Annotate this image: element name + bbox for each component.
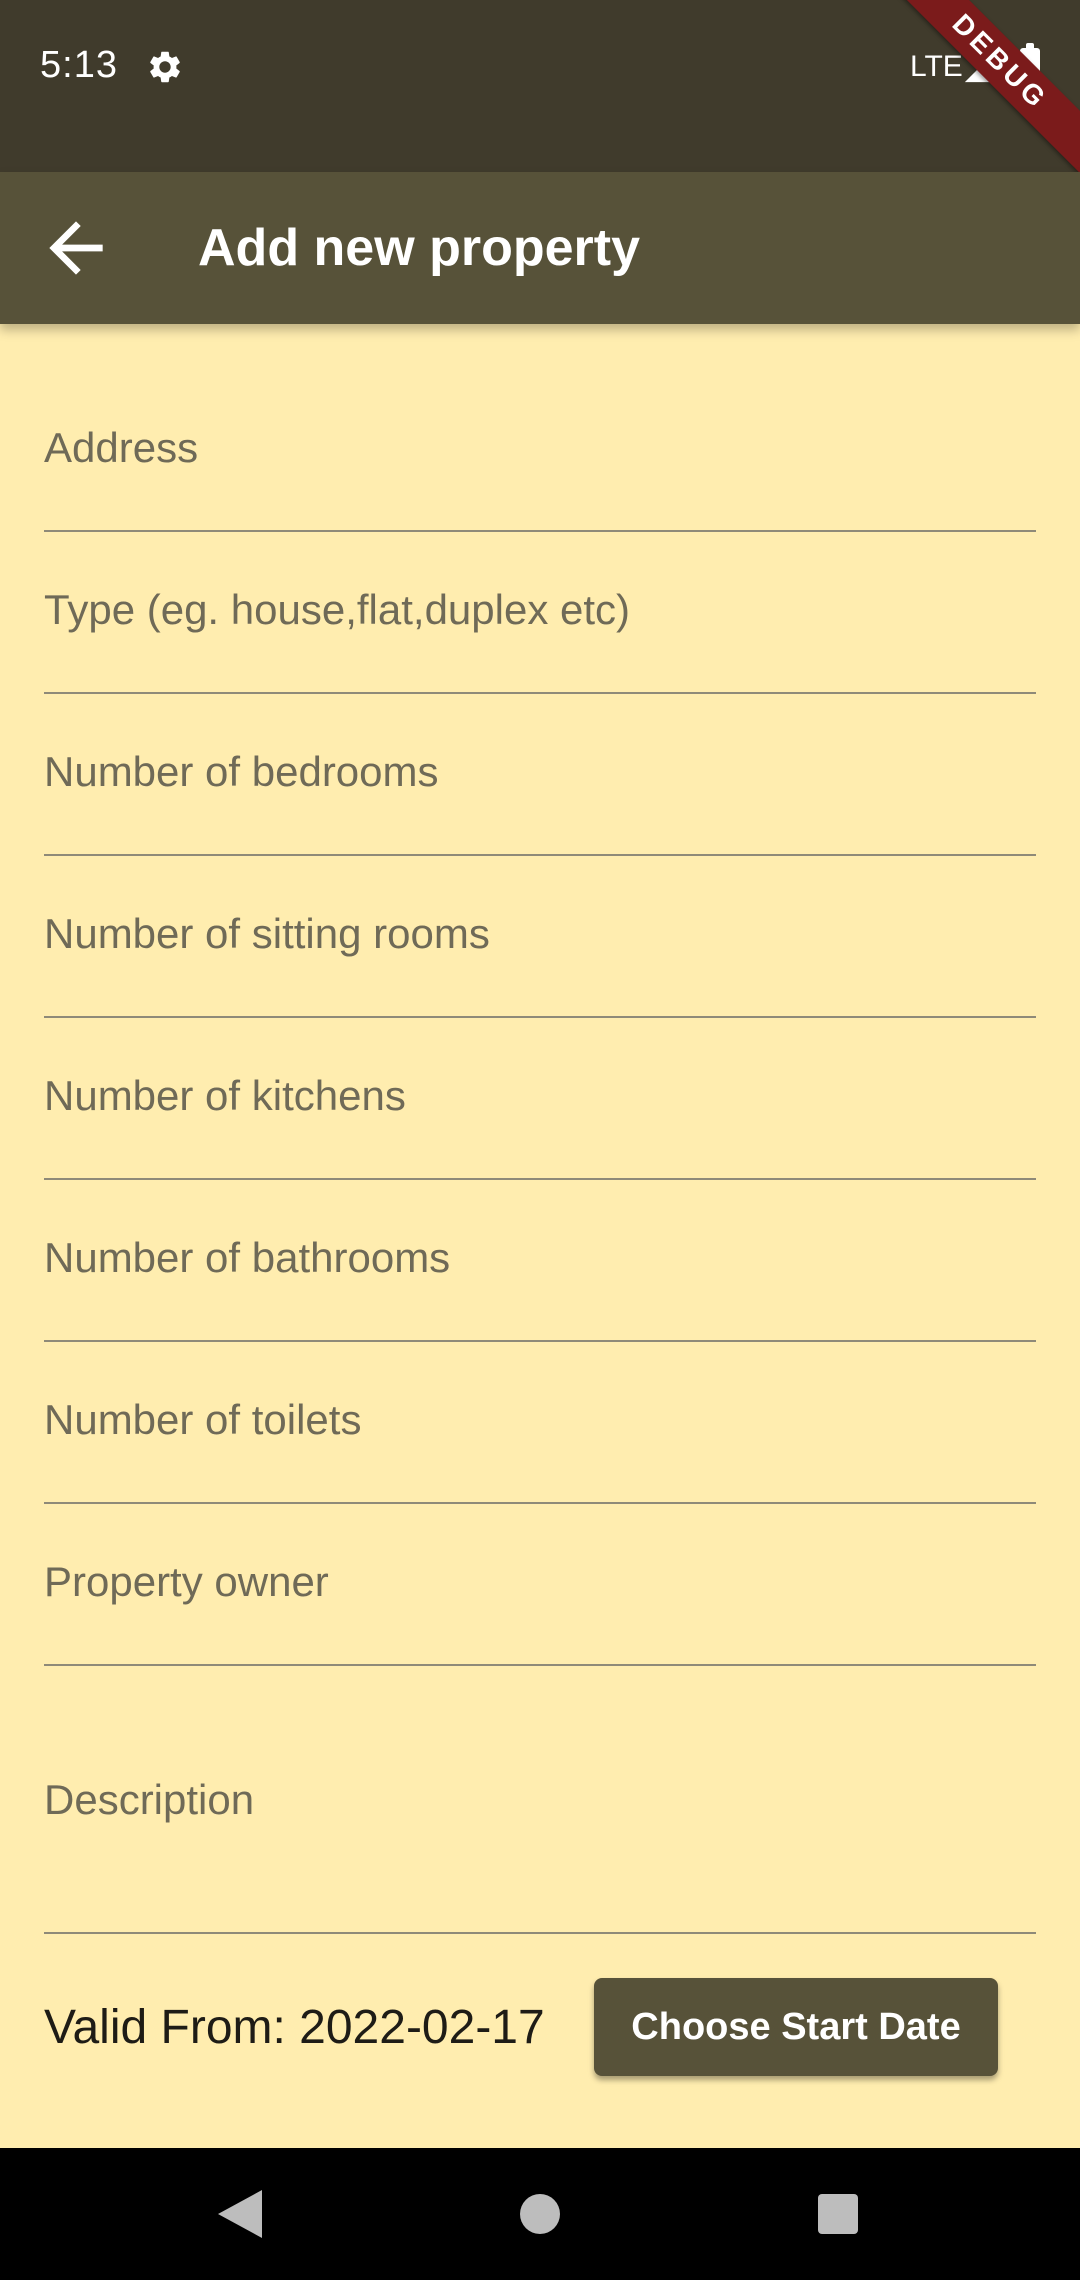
kitchens-field[interactable]: Number of kitchens — [44, 1036, 1036, 1180]
choose-start-date-button[interactable]: Choose Start Date — [594, 1978, 998, 2076]
page-title: Add new property — [198, 219, 641, 277]
status-bar: 5:13 LTE — [0, 0, 1080, 172]
nav-recents-icon[interactable] — [818, 2194, 858, 2234]
sitting-rooms-placeholder: Number of sitting rooms — [44, 910, 490, 957]
toilets-placeholder: Number of toilets — [44, 1396, 362, 1443]
app-bar: Add new property — [0, 172, 1080, 324]
address-field[interactable]: Address — [44, 388, 1036, 532]
type-placeholder: Type (eg. house,flat,duplex etc) — [44, 586, 631, 633]
status-time: 5:13 — [40, 44, 118, 86]
screen: 5:13 LTE DEBUG Add new property Address … — [0, 0, 1080, 2280]
description-placeholder: Description — [44, 1776, 255, 1823]
back-button[interactable] — [36, 208, 116, 288]
valid-from-label: Valid From: 2022-02-17 — [44, 2001, 545, 2054]
network-type: LTE — [910, 50, 963, 83]
bathrooms-field[interactable]: Number of bathrooms — [44, 1198, 1036, 1342]
kitchens-placeholder: Number of kitchens — [44, 1072, 406, 1119]
sitting-rooms-field[interactable]: Number of sitting rooms — [44, 874, 1036, 1018]
arrow-back-icon — [49, 221, 103, 275]
description-field[interactable]: Description — [44, 1684, 1036, 1934]
toilets-field[interactable]: Number of toilets — [44, 1360, 1036, 1504]
type-field[interactable]: Type (eg. house,flat,duplex etc) — [44, 550, 1036, 694]
address-placeholder: Address — [44, 424, 199, 471]
nav-back-icon[interactable] — [218, 2190, 262, 2238]
nav-home-icon[interactable] — [520, 2194, 560, 2234]
bedrooms-placeholder: Number of bedrooms — [44, 748, 439, 795]
gear-icon — [150, 51, 180, 83]
bedrooms-field[interactable]: Number of bedrooms — [44, 712, 1036, 856]
bathrooms-placeholder: Number of bathrooms — [44, 1234, 451, 1281]
owner-field[interactable]: Property owner — [44, 1522, 1036, 1666]
owner-placeholder: Property owner — [44, 1558, 329, 1605]
